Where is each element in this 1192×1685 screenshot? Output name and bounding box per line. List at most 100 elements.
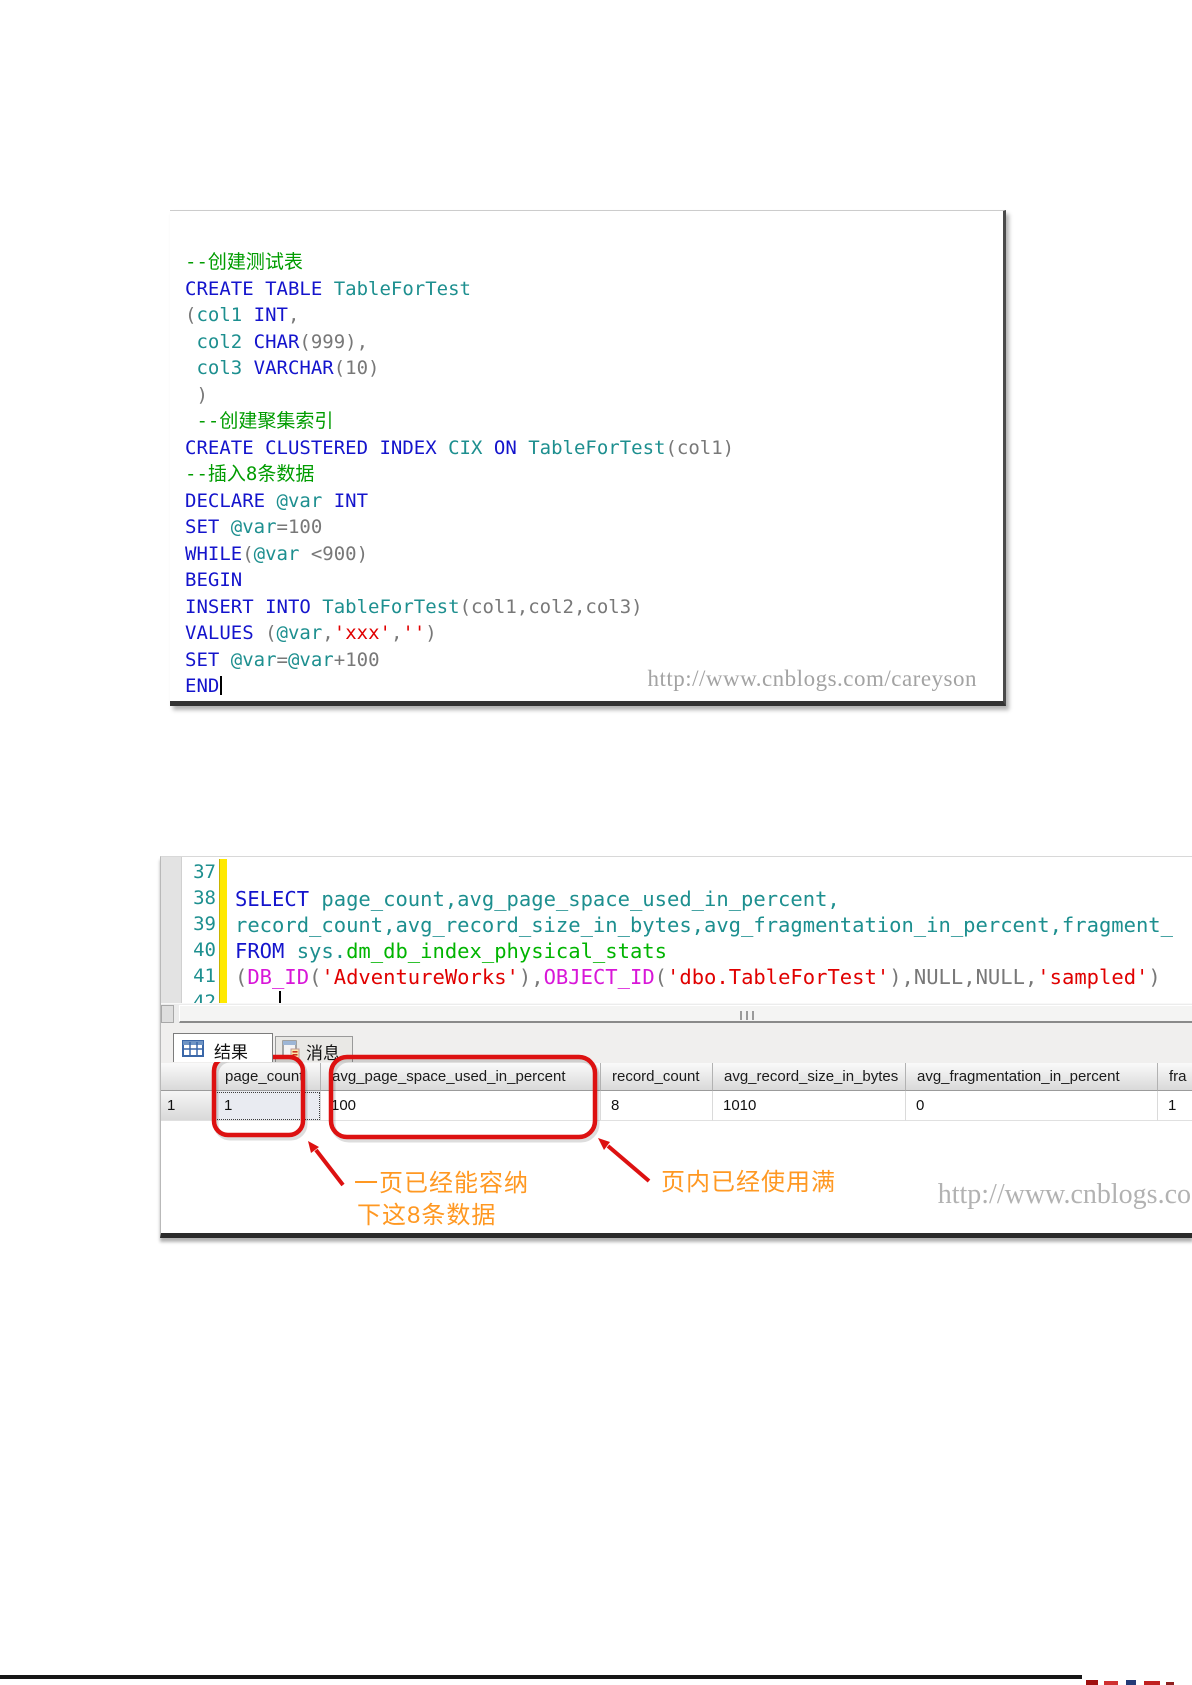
code-token: ( [235,965,247,989]
code-line: CREATE TABLE TableForTest [185,276,999,303]
page-bottom-rule [0,1675,1082,1679]
scrollbar-grip [740,1011,758,1020]
annotation-arrow-left [308,1141,343,1185]
tab-messages[interactable]: 消息 [275,1036,353,1062]
code-token: +100 [334,649,380,671]
code-line: 38 SELECT page_count,avg_page_space_used_… [161,887,1192,913]
code-token: ), [519,965,544,989]
code-token: SELECT [235,887,321,911]
code-token: VALUES [185,622,265,644]
code-token: @var [277,622,323,644]
code-token [185,331,196,353]
code-token: ), [889,965,914,989]
annotation-text-left-line1: 一页已经能容纳 [354,1163,529,1198]
text-cursor [279,991,281,1003]
grid-cell-selected[interactable]: 1 [214,1091,321,1121]
results-tab-strip: 结果 消息 [161,1023,1192,1063]
code-token: @var [231,516,277,538]
code-token: , [322,622,333,644]
line-number: 42 [183,991,216,1003]
code-token: 'xxx' [334,622,391,644]
text-cursor [220,676,222,695]
code-token: 'AdventureWorks' [321,965,518,989]
code-token: SET [185,649,231,671]
grid-cell[interactable]: 1 [1158,1091,1192,1121]
horizontal-scrollbar[interactable] [161,1003,1192,1024]
tab-messages-label: 消息 [306,1039,340,1064]
code-token: WHILE [185,543,242,565]
code-text: (DB_ID('AdventureWorks'),OBJECT_ID('dbo.… [235,965,1161,989]
code-token: col1 [196,304,253,326]
sql-create-table-screenshot: --创建测试表 CREATE TABLE TableForTest ( col1 IN… [170,210,1006,706]
code-token: ( [265,622,276,644]
grid-cell[interactable]: 100 [321,1091,601,1121]
code-line: DECLARE @var INT [185,488,999,515]
code-token: (col1) [665,437,734,459]
line-number: 37 [183,861,216,883]
code-token: DECLARE [185,490,277,512]
code-token: CREATE CLUSTERED INDEX [185,437,448,459]
tab-results[interactable]: 结果 [173,1033,273,1062]
code-token: TableForTest [528,437,665,459]
sql-code-area[interactable]: --创建测试表 CREATE TABLE TableForTest ( col1 IN… [185,249,999,701]
code-line: 39record_count,avg_record_size_in_bytes,… [161,913,1192,939]
grid-cell[interactable]: 8 [601,1091,713,1121]
grid-column-header[interactable]: fra [1158,1063,1192,1091]
grid-row-header[interactable]: 1 [161,1091,214,1121]
scrollbar-thumb[interactable] [179,1005,1192,1023]
code-token: @var [231,649,277,671]
code-line: WHILE(@var <900) [185,541,999,568]
grid-corner-header[interactable] [161,1063,214,1091]
code-token: VARCHAR [254,357,334,379]
code-token: @var [277,490,334,512]
grid-column-header[interactable]: avg_fragmentation_in_percent [906,1063,1158,1091]
tab-results-label: 结果 [214,1038,248,1063]
code-line: col3 VARCHAR(10) [185,355,999,382]
code-token: OBJECT_ID [544,965,655,989]
code-line: col2 CHAR(999), [185,329,999,356]
code-line: CREATE CLUSTERED INDEX CIX ON TableForTe… [185,435,999,462]
results-grid-icon [182,1040,204,1057]
code-token: ON [494,437,528,459]
scrollbar-left-button[interactable] [161,1005,174,1023]
sql-editor[interactable]: 37 38 SELECT page_count,avg_page_space_use… [161,857,1192,1003]
code-token: ( [655,965,667,989]
code-token: (col1,col2,col3) [460,596,643,618]
grid-column-header[interactable]: record_count [601,1063,713,1091]
watermark-url: http://www.cnblogs.co [938,1179,1191,1211]
code-token: col2 [196,331,253,353]
annotation-text-left-line2: 下这8条数据 [357,1195,496,1230]
grid-column-header[interactable]: avg_record_size_in_bytes [713,1063,906,1091]
code-text: SELECT page_count,avg_page_space_used_in… [235,887,840,911]
code-token: (10) [334,357,380,379]
grid-column-header[interactable]: page_count [214,1063,321,1091]
code-token: , [391,622,402,644]
code-token: --创建测试表 [185,251,303,273]
code-token: ( [309,965,321,989]
code-token: CIX [448,437,494,459]
code-token: --插入8条数据 [185,463,314,485]
line-number: 41 [183,965,216,987]
code-token: record_count,avg_record_size_in_bytes,av… [235,913,1173,937]
code-line: BEGIN [185,567,999,594]
code-token: 'dbo.TableForTest' [667,965,889,989]
code-token: @var [254,543,311,565]
grid-column-header[interactable]: avg_page_space_used_in_percent [321,1063,601,1091]
code-token: DB_ID [247,965,309,989]
code-line: 37 [161,861,1192,887]
code-token: CHAR [254,331,300,353]
results-grid[interactable]: 1page_count1avg_page_space_used_in_perce… [161,1063,1192,1137]
code-token: INSERT INTO [185,596,322,618]
grid-cell[interactable]: 0 [906,1091,1158,1121]
code-token: sys. [297,939,346,963]
code-line: SET @var=100 [185,514,999,541]
code-line: INSERT INTO TableForTest(col1,col2,col3) [185,594,999,621]
code-text: FROM sys.dm_db_index_physical_stats [235,939,667,963]
code-token: NULL,NULL, [914,965,1037,989]
code-token: INT [254,304,288,326]
code-token: --创建聚集索引 [185,410,333,432]
line-number: 38 [183,887,216,909]
code-line: 42 [161,991,1192,1003]
code-token: CREATE TABLE [185,278,334,300]
grid-cell[interactable]: 1010 [713,1091,906,1121]
